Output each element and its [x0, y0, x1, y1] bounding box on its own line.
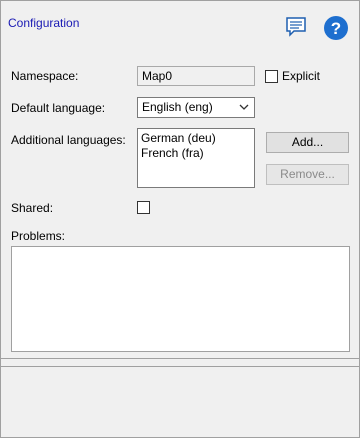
shared-checkbox[interactable]	[137, 201, 150, 214]
default-language-value: English (eng)	[142, 100, 213, 114]
chevron-down-icon	[239, 101, 249, 115]
configuration-panel: Configuration ? Namespace: Map0 Explicit…	[0, 0, 360, 438]
default-language-select[interactable]: English (eng)	[137, 97, 255, 118]
problems-box	[11, 246, 350, 352]
list-item[interactable]: German (deu)	[141, 131, 251, 146]
add-button[interactable]: Add...	[266, 132, 349, 153]
remove-button[interactable]: Remove...	[266, 164, 349, 185]
additional-languages-label: Additional languages:	[11, 133, 126, 147]
namespace-field[interactable]: Map0	[137, 66, 255, 86]
additional-languages-list[interactable]: German (deu) French (fra)	[137, 128, 255, 188]
default-language-label: Default language:	[11, 101, 106, 115]
help-icon[interactable]: ?	[323, 15, 349, 44]
comment-icon[interactable]	[285, 16, 307, 41]
namespace-label: Namespace:	[11, 69, 79, 83]
explicit-checkbox[interactable]	[265, 70, 278, 83]
problems-label: Problems:	[11, 229, 66, 243]
panel-title: Configuration	[8, 16, 80, 30]
explicit-label: Explicit	[282, 69, 321, 83]
shared-label: Shared:	[11, 201, 54, 215]
divider	[1, 358, 359, 359]
list-item[interactable]: French (fra)	[141, 146, 251, 161]
divider	[1, 366, 359, 367]
svg-text:?: ?	[331, 19, 341, 38]
